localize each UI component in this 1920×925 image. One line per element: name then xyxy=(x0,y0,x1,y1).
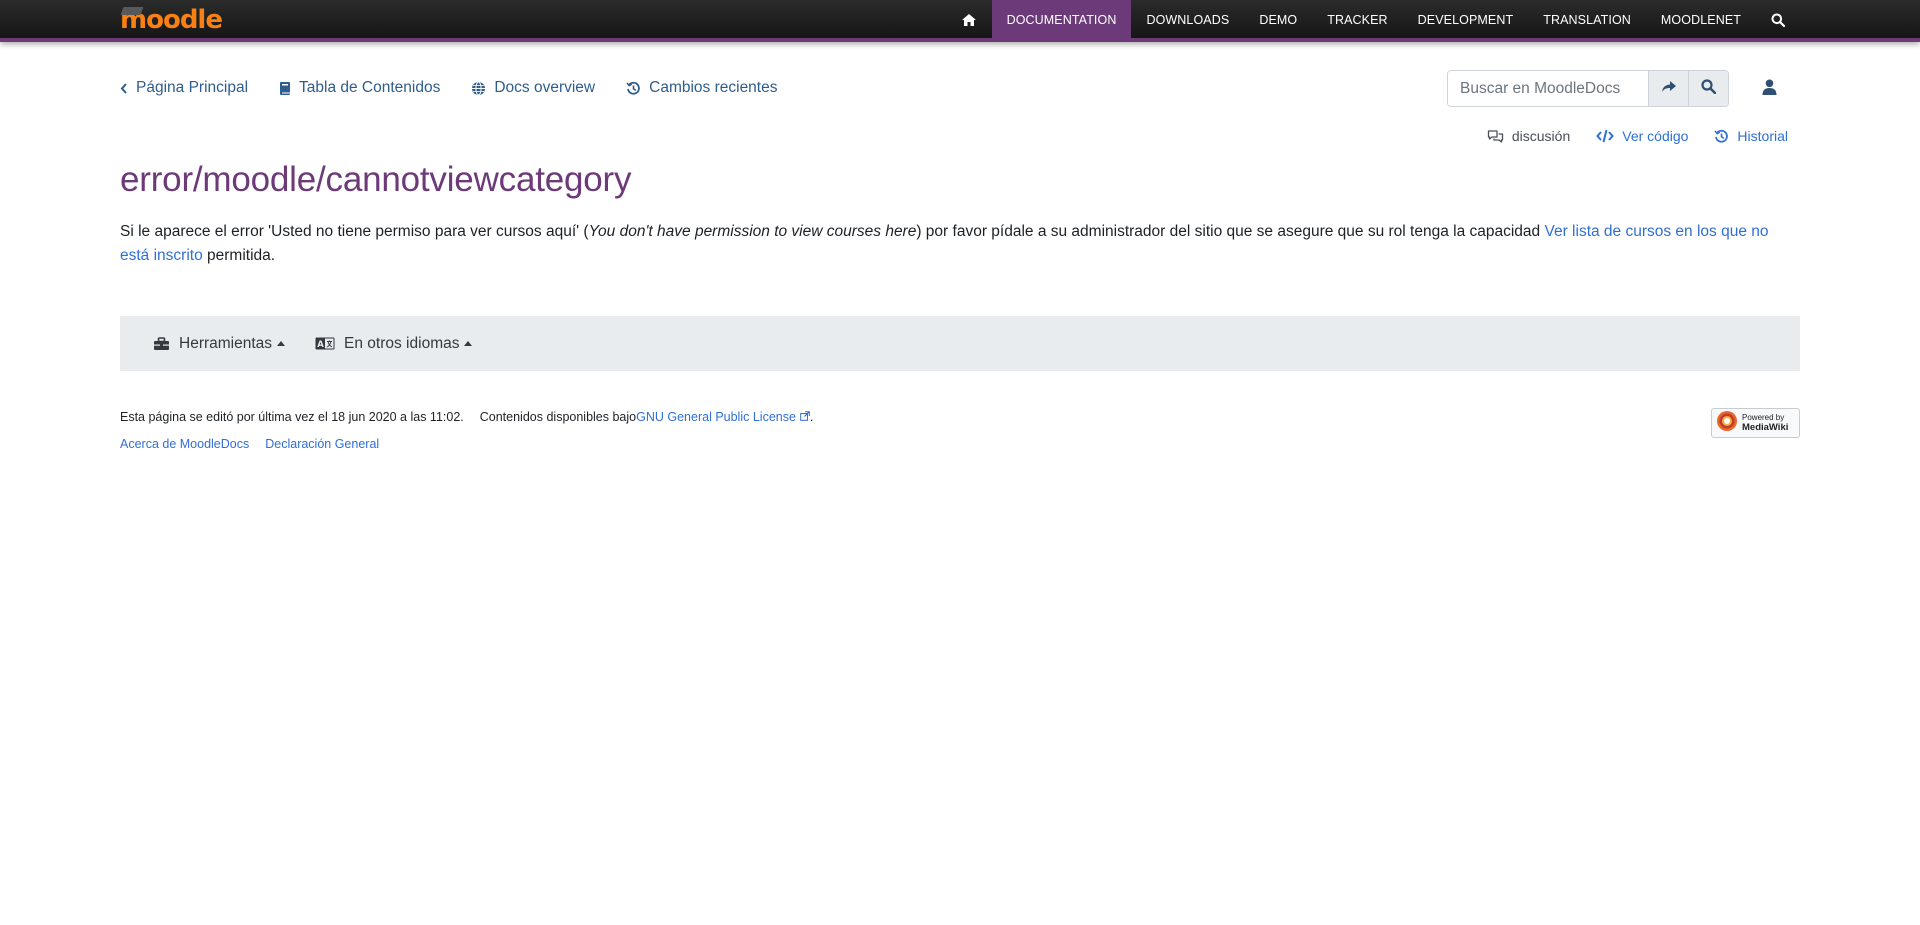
search-input[interactable] xyxy=(1448,71,1648,106)
about-link[interactable]: Acerca de MoodleDocs xyxy=(120,437,249,451)
page-title: error/moodle/cannotviewcategory xyxy=(120,160,632,199)
nav-tracker[interactable]: TRACKER xyxy=(1312,0,1402,40)
language-icon: A xyxy=(315,337,335,350)
license-link[interactable]: GNU General Public License xyxy=(636,410,810,424)
go-button[interactable] xyxy=(1648,71,1688,106)
caret-up-icon xyxy=(277,341,286,346)
nav-development[interactable]: DEVELOPMENT xyxy=(1403,0,1529,40)
action-discussion[interactable]: discusión xyxy=(1487,128,1570,144)
link-docs-overview[interactable]: Docs overview xyxy=(471,79,595,97)
powered-by-mediawiki-badge[interactable]: Powered by MediaWiki xyxy=(1711,408,1800,438)
external-link-icon xyxy=(800,411,810,421)
body-text-1: Si le aparece el error 'Usted no tiene p… xyxy=(120,223,589,240)
search-icon xyxy=(1771,13,1785,27)
user-icon xyxy=(1762,79,1777,100)
powered-by-text: Powered by MediaWiki xyxy=(1742,413,1789,433)
action-history[interactable]: Historial xyxy=(1714,128,1788,144)
nav-moodlenet[interactable]: MOODLENET xyxy=(1646,0,1756,40)
page-body: Si le aparece el error 'Usted no tiene p… xyxy=(120,220,1800,268)
nav-documentation[interactable]: DOCUMENTATION xyxy=(991,0,1132,40)
link-main-page-label: Página Principal xyxy=(136,79,249,96)
last-edited-text: Esta página se editó por última vez el 1… xyxy=(120,410,464,424)
nav-home[interactable] xyxy=(946,0,992,40)
nav-downloads[interactable]: DOWNLOADS xyxy=(1131,0,1244,40)
top-navbar: moodle DOCUMENTATION DOWNLOADS DEMO TRAC… xyxy=(0,0,1920,42)
history-icon xyxy=(626,81,641,96)
body-text-3: permitida. xyxy=(202,247,276,264)
link-main-page[interactable]: Página Principal xyxy=(120,79,248,97)
languages-dropdown[interactable]: A En otros idiomas xyxy=(315,334,473,353)
search-icon xyxy=(1701,78,1717,99)
nav-search[interactable] xyxy=(1756,0,1800,40)
action-discussion-label: discusión xyxy=(1511,128,1571,144)
search-button[interactable] xyxy=(1688,71,1728,106)
disclaimer-link[interactable]: Declaración General xyxy=(265,437,379,451)
book-icon xyxy=(279,81,291,96)
mediawiki-logo-icon xyxy=(1716,410,1738,437)
tools-bar: Herramientas A En otros idiomas xyxy=(120,316,1800,371)
home-icon xyxy=(961,13,977,27)
history-icon xyxy=(1714,129,1729,144)
moodle-logo[interactable]: moodle xyxy=(120,6,223,34)
tools-dropdown[interactable]: Herramientas xyxy=(153,334,286,353)
license-suffix: . xyxy=(809,410,814,424)
body-text-italic: You don't have permission to view course… xyxy=(588,223,917,240)
code-icon xyxy=(1596,129,1615,143)
link-docs-overview-label: Docs overview xyxy=(494,79,596,96)
logo-mortarboard xyxy=(120,7,144,15)
svg-text:A: A xyxy=(317,340,324,350)
license-prefix: Contenidos disponibles bajo xyxy=(479,410,637,424)
share-arrow-icon xyxy=(1661,80,1677,98)
action-view-source[interactable]: Ver código xyxy=(1596,128,1688,144)
docs-search xyxy=(1447,70,1729,107)
secondary-nav: Página Principal Tabla de Contenidos Doc… xyxy=(120,70,808,106)
action-history-label: Historial xyxy=(1737,128,1788,144)
nav-demo[interactable]: DEMO xyxy=(1244,0,1312,40)
tools-label: Herramientas xyxy=(179,334,273,352)
toolbox-icon xyxy=(153,336,170,351)
comments-icon xyxy=(1487,129,1504,143)
nav-translation[interactable]: TRANSLATION xyxy=(1528,0,1646,40)
user-menu-button[interactable] xyxy=(1752,76,1786,102)
link-recent-changes-label: Cambios recientes xyxy=(649,79,778,96)
languages-label: En otros idiomas xyxy=(344,334,460,352)
footer-links: Acerca de MoodleDocs Declaración General xyxy=(120,437,395,451)
page-actions: discusión Ver código Historial xyxy=(1461,126,1788,146)
chevron-left-icon xyxy=(120,82,128,94)
body-text-2: ) por favor pídale a su administrador de… xyxy=(916,223,1545,240)
link-contents[interactable]: Tabla de Contenidos xyxy=(279,79,440,97)
link-contents-label: Tabla de Contenidos xyxy=(299,79,441,96)
caret-up-icon xyxy=(464,341,473,346)
action-view-source-label: Ver código xyxy=(1622,128,1689,144)
link-recent-changes[interactable]: Cambios recientes xyxy=(626,79,777,97)
footer-info: Esta página se editó por última vez el 1… xyxy=(120,410,813,424)
main-nav: DOCUMENTATION DOWNLOADS DEMO TRACKER DEV… xyxy=(946,0,1920,40)
globe-icon xyxy=(471,81,486,96)
